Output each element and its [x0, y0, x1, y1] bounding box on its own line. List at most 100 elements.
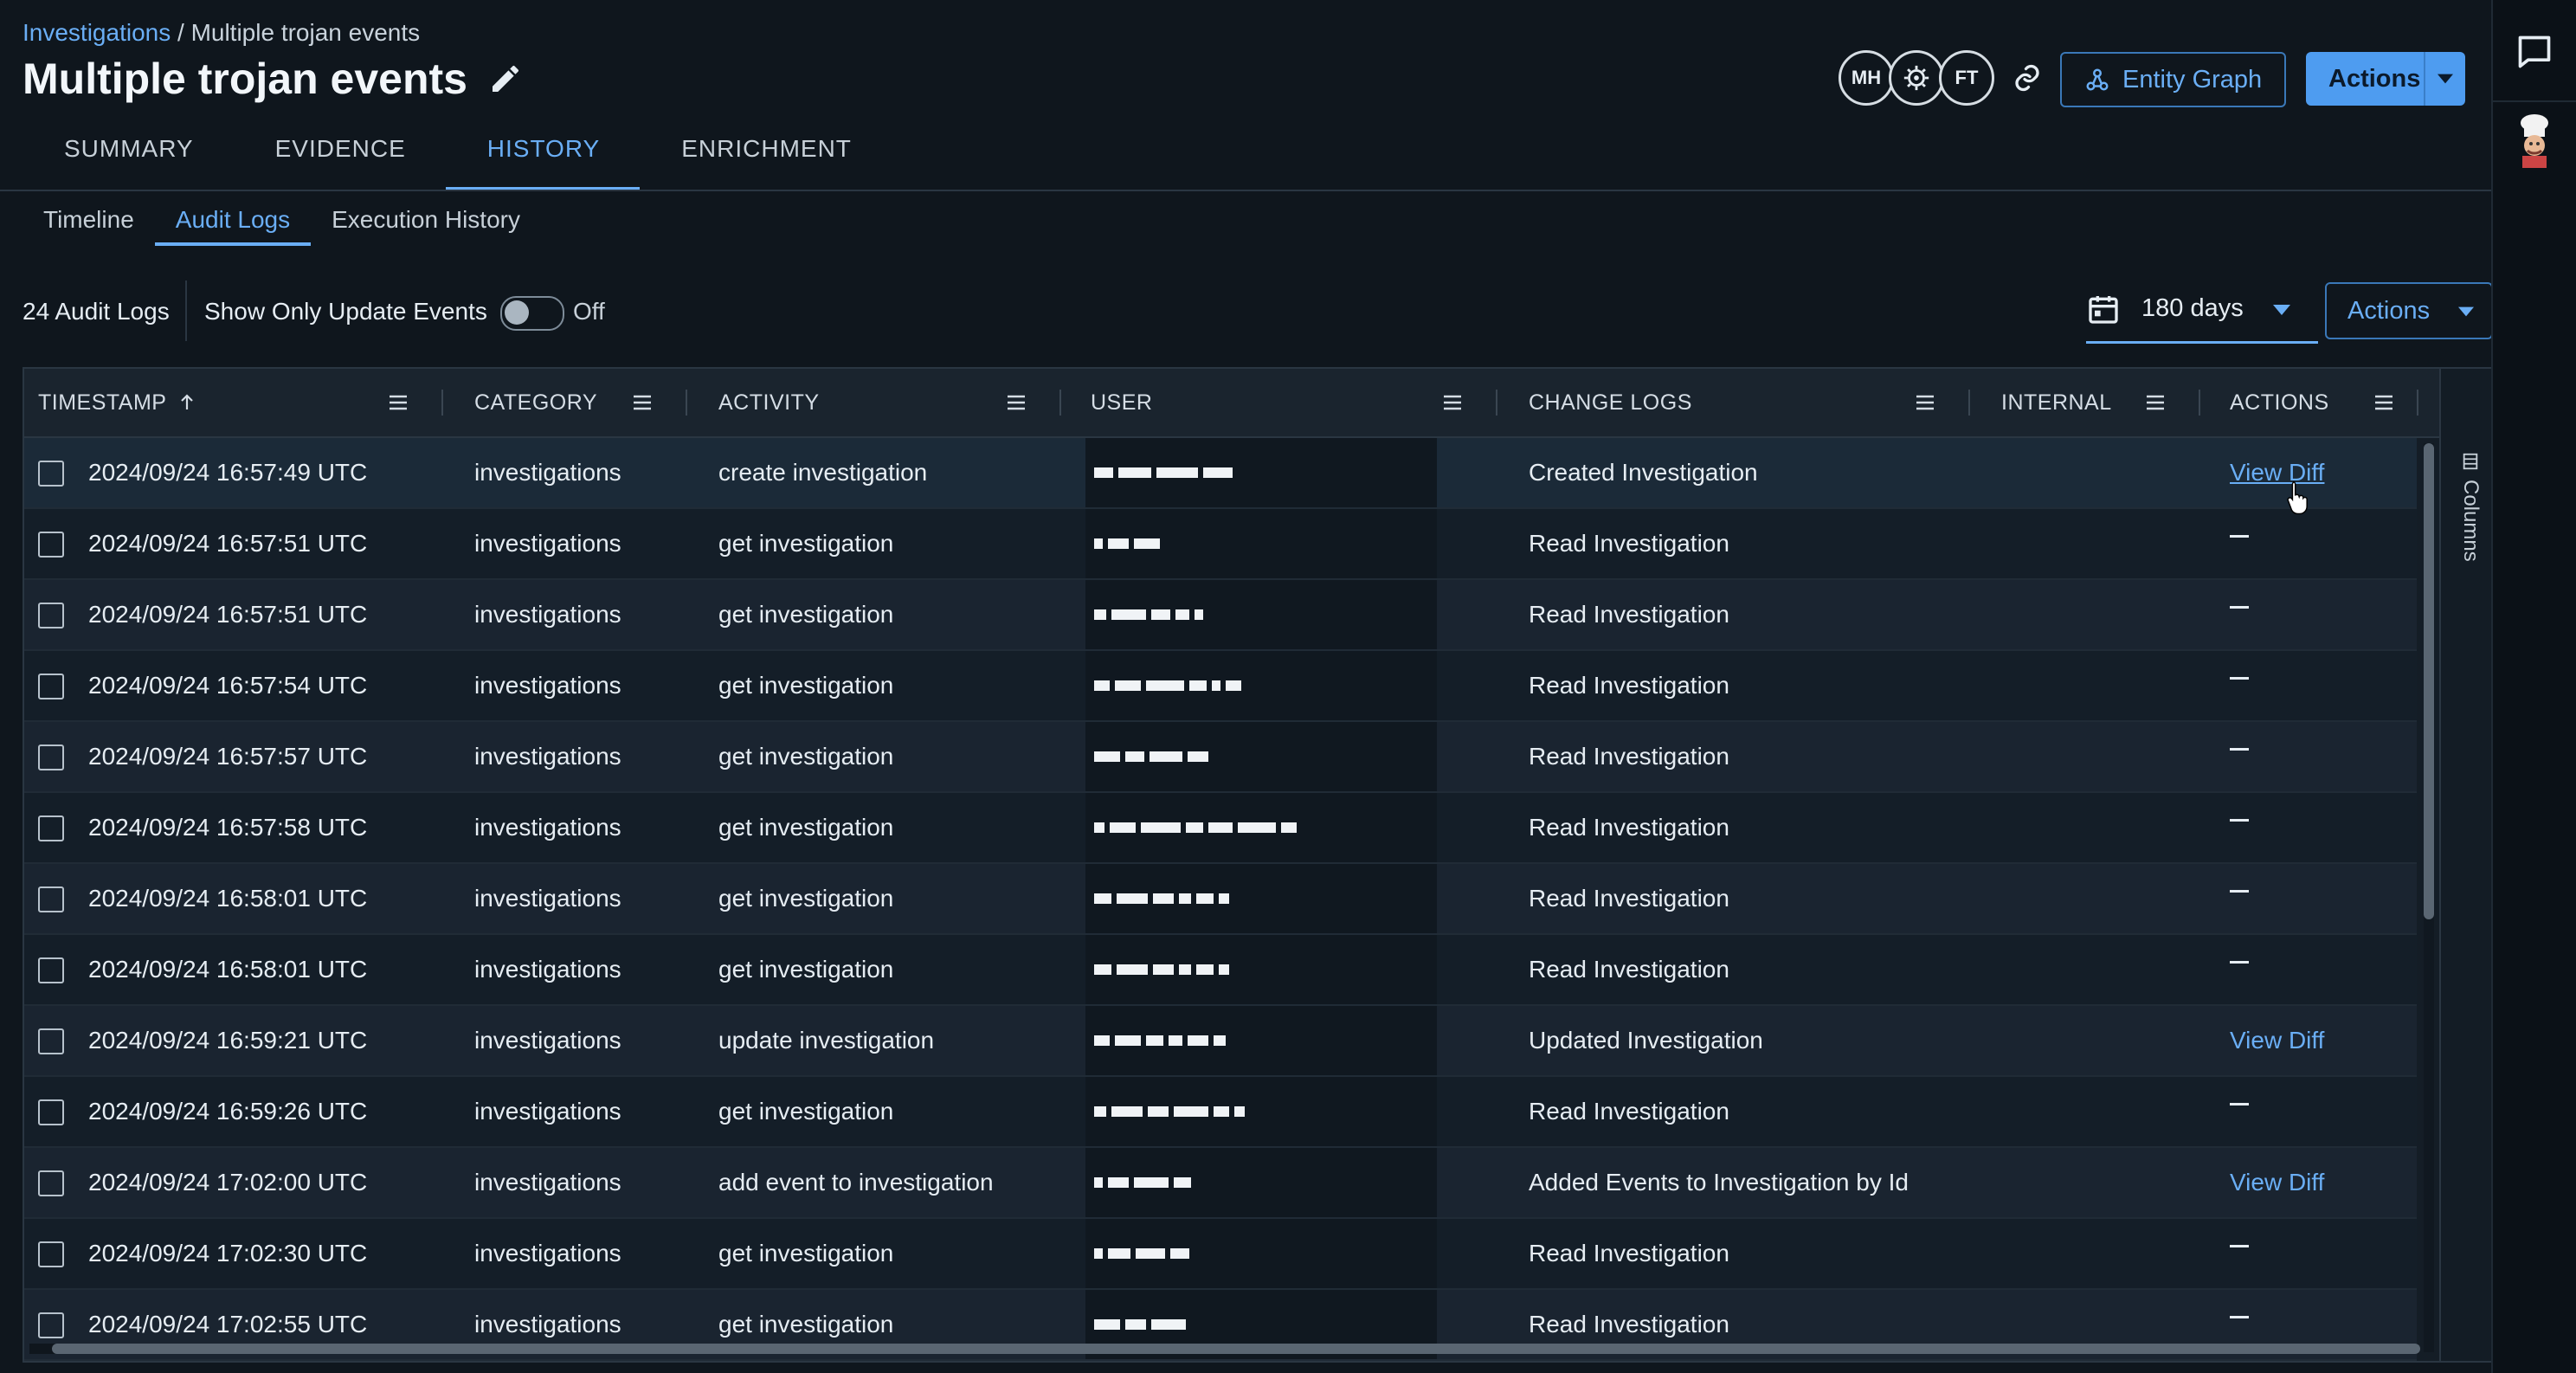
horizontal-scrollbar-thumb[interactable]: [52, 1344, 2420, 1354]
redacted-block: [1170, 1248, 1189, 1259]
row-checkbox[interactable]: [38, 1170, 64, 1196]
column-divider[interactable]: [441, 390, 443, 416]
column-header-user[interactable]: USER: [1091, 369, 1152, 436]
row-checkbox[interactable]: [38, 674, 64, 699]
view-diff-link[interactable]: View Diff: [2230, 1169, 2324, 1196]
vertical-scrollbar-thumb[interactable]: [2424, 443, 2434, 919]
redacted-block: [1219, 964, 1229, 975]
column-divider[interactable]: [1968, 390, 1970, 416]
table-row[interactable]: 2024/09/24 16:58:01 UTC investigations g…: [24, 935, 2417, 1006]
column-header-category[interactable]: CATEGORY: [474, 369, 597, 436]
table-actions-button[interactable]: Actions: [2325, 282, 2493, 339]
column-menu-icon[interactable]: [388, 393, 409, 412]
column-header-activity[interactable]: ACTIVITY: [718, 369, 820, 436]
header-actions-button[interactable]: Actions: [2306, 52, 2465, 106]
redacted-block: [1226, 680, 1241, 691]
header-actions-caret[interactable]: [2424, 52, 2465, 106]
row-checkbox[interactable]: [38, 957, 64, 983]
redacted-block: [1125, 1319, 1146, 1330]
column-menu-icon[interactable]: [2373, 393, 2394, 412]
redacted-block: [1196, 964, 1214, 975]
column-header-timestamp[interactable]: TIMESTAMP: [38, 369, 197, 436]
column-header-change-logs[interactable]: CHANGE LOGS: [1529, 369, 1692, 436]
no-action-dash: [2230, 676, 2249, 680]
chat-icon[interactable]: [2515, 33, 2553, 71]
table-row[interactable]: 2024/09/24 17:02:00 UTC investigations a…: [24, 1148, 2417, 1219]
tab-evidence[interactable]: EVIDENCE: [234, 123, 446, 190]
column-menu-icon[interactable]: [1006, 393, 1027, 412]
redacted-block: [1134, 538, 1160, 549]
edit-pencil-icon[interactable]: [488, 61, 523, 96]
avatar-ft[interactable]: FT: [1939, 50, 1994, 106]
row-checkbox[interactable]: [38, 886, 64, 912]
table-row[interactable]: 2024/09/24 16:57:57 UTC investigations g…: [24, 722, 2417, 793]
date-range-select[interactable]: 180 days: [2086, 284, 2318, 344]
vertical-scrollbar[interactable]: [2424, 443, 2434, 1352]
link-icon[interactable]: [2008, 62, 2046, 93]
table-row[interactable]: 2024/09/24 16:57:51 UTC investigations g…: [24, 580, 2417, 651]
redacted-block: [1153, 893, 1174, 904]
subtab-audit-logs[interactable]: Audit Logs: [154, 197, 312, 246]
row-checkbox[interactable]: [38, 461, 64, 487]
user-cell-redacted: [1094, 1077, 1245, 1146]
view-diff-link[interactable]: View Diff: [2230, 1027, 2324, 1054]
sort-ascending-icon[interactable]: [177, 392, 197, 413]
table-row[interactable]: 2024/09/24 16:59:21 UTC investigations u…: [24, 1006, 2417, 1077]
header-actions-label: Actions: [2328, 64, 2421, 93]
activity-cell: update investigation: [718, 1027, 935, 1054]
column-menu-icon[interactable]: [632, 393, 653, 412]
row-checkbox[interactable]: [38, 1312, 64, 1338]
row-checkbox[interactable]: [38, 1028, 64, 1054]
table-row[interactable]: 2024/09/24 16:59:26 UTC investigations g…: [24, 1077, 2417, 1148]
redacted-block: [1094, 822, 1104, 833]
avatar-mh[interactable]: MH: [1839, 50, 1894, 106]
table-row[interactable]: 2024/09/24 16:57:58 UTC investigations g…: [24, 793, 2417, 864]
row-checkbox[interactable]: [38, 1099, 64, 1125]
column-header-actions[interactable]: ACTIONS: [2230, 369, 2329, 436]
actions-cell: View Diff: [2230, 1148, 2324, 1217]
redacted-block: [1238, 822, 1276, 833]
table-row[interactable]: 2024/09/24 16:57:51 UTC investigations g…: [24, 509, 2417, 580]
column-divider[interactable]: [1496, 390, 1497, 416]
user-cell-redacted: [1094, 864, 1229, 933]
actions-cell: [2230, 864, 2249, 933]
redacted-block: [1094, 680, 1110, 691]
column-menu-icon[interactable]: [1915, 393, 1935, 412]
row-checkbox[interactable]: [38, 745, 64, 770]
row-checkbox[interactable]: [38, 532, 64, 558]
avatar-bot[interactable]: [1889, 50, 1944, 106]
column-divider[interactable]: [2199, 390, 2200, 416]
redacted-block: [1110, 822, 1136, 833]
row-checkbox[interactable]: [38, 815, 64, 841]
table-row[interactable]: 2024/09/24 17:02:30 UTC investigations g…: [24, 1219, 2417, 1290]
column-divider[interactable]: [1059, 390, 1061, 416]
row-checkbox[interactable]: [38, 603, 64, 628]
row-checkbox[interactable]: [38, 1241, 64, 1267]
column-divider[interactable]: [686, 390, 687, 416]
update-events-toggle[interactable]: [500, 296, 564, 331]
redacted-block: [1175, 609, 1189, 620]
timestamp-cell: 2024/09/24 16:58:01 UTC: [88, 885, 368, 912]
actions-cell: [2230, 509, 2249, 578]
horizontal-scrollbar[interactable]: [29, 1344, 2420, 1354]
tab-enrichment[interactable]: ENRICHMENT: [640, 123, 892, 190]
redacted-block: [1234, 1106, 1245, 1117]
audit-log-count: 24 Audit Logs: [23, 298, 170, 325]
redacted-block: [1134, 1177, 1169, 1188]
breadcrumb-investigations-link[interactable]: Investigations: [23, 19, 171, 46]
table-row[interactable]: 2024/09/24 16:58:01 UTC investigations g…: [24, 864, 2417, 935]
column-divider[interactable]: [2417, 390, 2418, 416]
table-row[interactable]: 2024/09/24 16:57:49 UTC investigations c…: [24, 438, 2417, 509]
column-menu-icon[interactable]: [2145, 393, 2166, 412]
entity-graph-button[interactable]: Entity Graph: [2060, 52, 2287, 107]
column-header-internal[interactable]: INTERNAL: [2001, 369, 2112, 436]
tab-summary[interactable]: SUMMARY: [23, 123, 234, 190]
tab-history[interactable]: HISTORY: [445, 123, 641, 190]
column-menu-icon[interactable]: [1442, 393, 1463, 412]
redacted-block: [1169, 1035, 1182, 1046]
subtab-timeline[interactable]: Timeline: [23, 197, 155, 246]
table-row[interactable]: 2024/09/24 16:57:54 UTC investigations g…: [24, 651, 2417, 722]
chef-avatar-icon[interactable]: [2517, 113, 2552, 168]
subtab-execution-history[interactable]: Execution History: [311, 197, 541, 246]
columns-side-panel-toggle[interactable]: Columns: [2439, 369, 2495, 1361]
